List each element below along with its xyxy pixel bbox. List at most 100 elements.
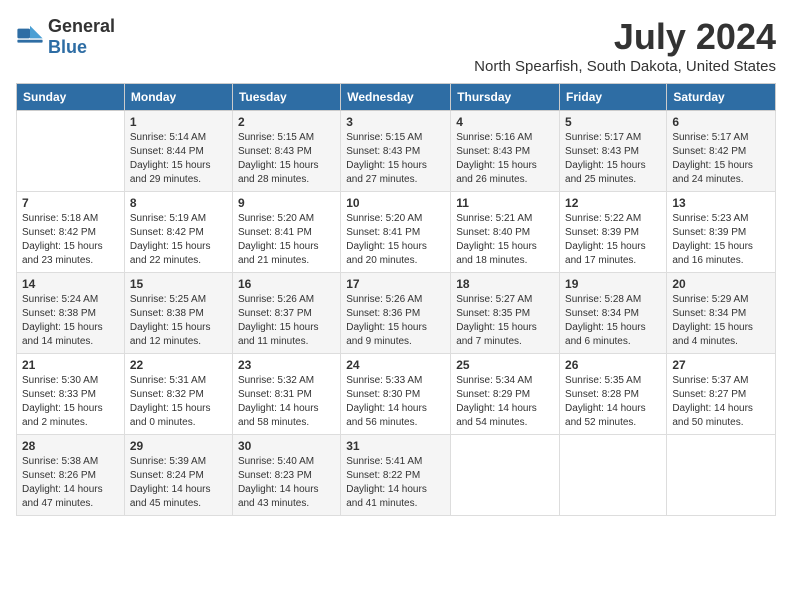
calendar-week-row: 21 Sunrise: 5:30 AM Sunset: 8:33 PM Dayli… bbox=[17, 354, 776, 435]
calendar-cell: 26 Sunrise: 5:35 AM Sunset: 8:28 PM Dayli… bbox=[560, 354, 667, 435]
day-number: 11 bbox=[456, 196, 554, 210]
calendar-cell bbox=[17, 111, 125, 192]
calendar-cell: 3 Sunrise: 5:15 AM Sunset: 8:43 PM Daylig… bbox=[341, 111, 451, 192]
day-number: 26 bbox=[565, 358, 661, 372]
main-title: July 2024 bbox=[474, 16, 776, 58]
calendar-week-row: 1Sunrise: 5:14 AM Sunset: 8:44 PM Daylig… bbox=[17, 111, 776, 192]
day-number: 4 bbox=[456, 115, 554, 129]
day-number: 18 bbox=[456, 277, 554, 291]
day-number: 29 bbox=[130, 439, 227, 453]
day-info: Sunrise: 5:24 AM Sunset: 8:38 PM Dayligh… bbox=[22, 293, 119, 349]
calendar-cell: 13Sunrise: 5:23 AM Sunset: 8:39 PM Dayli… bbox=[667, 192, 776, 273]
day-info: Sunrise: 5:21 AM Sunset: 8:40 PM Dayligh… bbox=[456, 212, 554, 268]
day-info: Sunrise: 5:25 AM Sunset: 8:38 PM Dayligh… bbox=[130, 293, 227, 349]
logo-general: General bbox=[48, 16, 115, 36]
header-monday: Monday bbox=[124, 84, 232, 111]
day-number: 13 bbox=[672, 196, 770, 210]
day-number: 15 bbox=[130, 277, 227, 291]
day-info: Sunrise: 5:39 AM Sunset: 8:24 PM Dayligh… bbox=[130, 455, 227, 511]
day-info: Sunrise: 5:18 AM Sunset: 8:42 PM Dayligh… bbox=[22, 212, 119, 268]
calendar-cell bbox=[451, 435, 560, 516]
day-info: Sunrise: 5:35 AM Sunset: 8:28 PM Dayligh… bbox=[565, 374, 661, 430]
day-number: 30 bbox=[238, 439, 335, 453]
day-number: 21 bbox=[22, 358, 119, 372]
logo-blue: Blue bbox=[48, 37, 87, 57]
day-info: Sunrise: 5:15 AM Sunset: 8:43 PM Dayligh… bbox=[238, 131, 335, 187]
title-area: July 2024 North Spearfish, South Dakota,… bbox=[474, 16, 776, 75]
calendar-cell bbox=[667, 435, 776, 516]
calendar-cell: 16Sunrise: 5:26 AM Sunset: 8:37 PM Dayli… bbox=[232, 273, 340, 354]
day-number: 17 bbox=[346, 277, 445, 291]
day-info: Sunrise: 5:34 AM Sunset: 8:29 PM Dayligh… bbox=[456, 374, 554, 430]
day-info: Sunrise: 5:28 AM Sunset: 8:34 PM Dayligh… bbox=[565, 293, 661, 349]
day-info: Sunrise: 5:19 AM Sunset: 8:42 PM Dayligh… bbox=[130, 212, 227, 268]
calendar-cell: 9Sunrise: 5:20 AM Sunset: 8:41 PM Daylig… bbox=[232, 192, 340, 273]
day-number: 10 bbox=[346, 196, 445, 210]
day-number: 14 bbox=[22, 277, 119, 291]
calendar-cell: 28Sunrise: 5:38 AM Sunset: 8:26 PM Dayli… bbox=[17, 435, 125, 516]
calendar-cell: 6 Sunrise: 5:17 AM Sunset: 8:42 PM Daylig… bbox=[667, 111, 776, 192]
header-tuesday: Tuesday bbox=[232, 84, 340, 111]
logo: General Blue bbox=[16, 16, 115, 58]
calendar-cell: 23 Sunrise: 5:32 AM Sunset: 8:31 PM Dayli… bbox=[232, 354, 340, 435]
day-info: Sunrise: 5:20 AM Sunset: 8:41 PM Dayligh… bbox=[346, 212, 445, 268]
day-info: Sunrise: 5:29 AM Sunset: 8:34 PM Dayligh… bbox=[672, 293, 770, 349]
day-info: Sunrise: 5:26 AM Sunset: 8:36 PM Dayligh… bbox=[346, 293, 445, 349]
calendar-cell: 17 Sunrise: 5:26 AM Sunset: 8:36 PM Dayli… bbox=[341, 273, 451, 354]
header-sunday: Sunday bbox=[17, 84, 125, 111]
calendar-cell: 22Sunrise: 5:31 AM Sunset: 8:32 PM Dayli… bbox=[124, 354, 232, 435]
calendar-week-row: 7 Sunrise: 5:18 AM Sunset: 8:42 PM Daylig… bbox=[17, 192, 776, 273]
header-thursday: Thursday bbox=[451, 84, 560, 111]
day-number: 22 bbox=[130, 358, 227, 372]
calendar-cell: 15 Sunrise: 5:25 AM Sunset: 8:38 PM Dayli… bbox=[124, 273, 232, 354]
day-info: Sunrise: 5:15 AM Sunset: 8:43 PM Dayligh… bbox=[346, 131, 445, 187]
day-number: 6 bbox=[672, 115, 770, 129]
calendar-header-row: SundayMondayTuesdayWednesdayThursdayFrid… bbox=[17, 84, 776, 111]
calendar-cell: 4 Sunrise: 5:16 AM Sunset: 8:43 PM Daylig… bbox=[451, 111, 560, 192]
day-info: Sunrise: 5:30 AM Sunset: 8:33 PM Dayligh… bbox=[22, 374, 119, 430]
calendar-cell: 18 Sunrise: 5:27 AM Sunset: 8:35 PM Dayli… bbox=[451, 273, 560, 354]
calendar-cell: 27Sunrise: 5:37 AM Sunset: 8:27 PM Dayli… bbox=[667, 354, 776, 435]
day-info: Sunrise: 5:22 AM Sunset: 8:39 PM Dayligh… bbox=[565, 212, 661, 268]
day-info: Sunrise: 5:41 AM Sunset: 8:22 PM Dayligh… bbox=[346, 455, 445, 511]
calendar-cell: 1Sunrise: 5:14 AM Sunset: 8:44 PM Daylig… bbox=[124, 111, 232, 192]
day-number: 19 bbox=[565, 277, 661, 291]
day-number: 31 bbox=[346, 439, 445, 453]
day-number: 24 bbox=[346, 358, 445, 372]
day-number: 8 bbox=[130, 196, 227, 210]
day-info: Sunrise: 5:14 AM Sunset: 8:44 PM Dayligh… bbox=[130, 131, 227, 187]
day-number: 12 bbox=[565, 196, 661, 210]
calendar-week-row: 14 Sunrise: 5:24 AM Sunset: 8:38 PM Dayli… bbox=[17, 273, 776, 354]
calendar-cell: 31 Sunrise: 5:41 AM Sunset: 8:22 PM Dayli… bbox=[341, 435, 451, 516]
day-info: Sunrise: 5:27 AM Sunset: 8:35 PM Dayligh… bbox=[456, 293, 554, 349]
day-number: 5 bbox=[565, 115, 661, 129]
calendar-cell: 29 Sunrise: 5:39 AM Sunset: 8:24 PM Dayli… bbox=[124, 435, 232, 516]
calendar-cell: 10 Sunrise: 5:20 AM Sunset: 8:41 PM Dayli… bbox=[341, 192, 451, 273]
calendar-cell: 30 Sunrise: 5:40 AM Sunset: 8:23 PM Dayli… bbox=[232, 435, 340, 516]
day-number: 3 bbox=[346, 115, 445, 129]
day-number: 9 bbox=[238, 196, 335, 210]
calendar-cell: 7 Sunrise: 5:18 AM Sunset: 8:42 PM Daylig… bbox=[17, 192, 125, 273]
calendar-cell: 14 Sunrise: 5:24 AM Sunset: 8:38 PM Dayli… bbox=[17, 273, 125, 354]
day-number: 28 bbox=[22, 439, 119, 453]
day-info: Sunrise: 5:40 AM Sunset: 8:23 PM Dayligh… bbox=[238, 455, 335, 511]
logo-icon bbox=[16, 23, 44, 51]
calendar-cell: 25 Sunrise: 5:34 AM Sunset: 8:29 PM Dayli… bbox=[451, 354, 560, 435]
calendar-cell bbox=[560, 435, 667, 516]
subtitle: North Spearfish, South Dakota, United St… bbox=[474, 58, 776, 75]
day-number: 23 bbox=[238, 358, 335, 372]
day-number: 7 bbox=[22, 196, 119, 210]
day-number: 25 bbox=[456, 358, 554, 372]
calendar-cell: 20Sunrise: 5:29 AM Sunset: 8:34 PM Dayli… bbox=[667, 273, 776, 354]
calendar-cell: 19 Sunrise: 5:28 AM Sunset: 8:34 PM Dayli… bbox=[560, 273, 667, 354]
day-info: Sunrise: 5:16 AM Sunset: 8:43 PM Dayligh… bbox=[456, 131, 554, 187]
calendar-cell: 11 Sunrise: 5:21 AM Sunset: 8:40 PM Dayli… bbox=[451, 192, 560, 273]
header-saturday: Saturday bbox=[667, 84, 776, 111]
day-info: Sunrise: 5:37 AM Sunset: 8:27 PM Dayligh… bbox=[672, 374, 770, 430]
day-info: Sunrise: 5:17 AM Sunset: 8:42 PM Dayligh… bbox=[672, 131, 770, 187]
header-wednesday: Wednesday bbox=[341, 84, 451, 111]
day-info: Sunrise: 5:32 AM Sunset: 8:31 PM Dayligh… bbox=[238, 374, 335, 430]
calendar-cell: 24Sunrise: 5:33 AM Sunset: 8:30 PM Dayli… bbox=[341, 354, 451, 435]
calendar-cell: 12 Sunrise: 5:22 AM Sunset: 8:39 PM Dayli… bbox=[560, 192, 667, 273]
calendar-cell: 8 Sunrise: 5:19 AM Sunset: 8:42 PM Daylig… bbox=[124, 192, 232, 273]
